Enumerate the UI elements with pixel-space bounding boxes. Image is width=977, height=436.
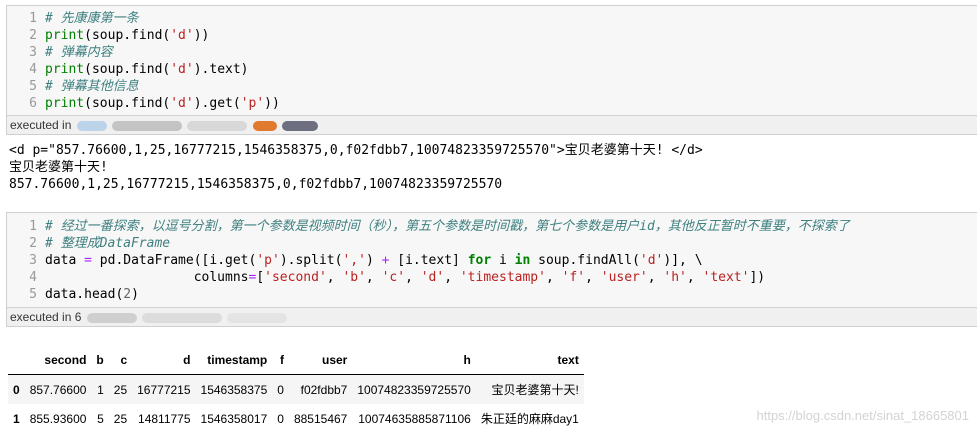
table-cell: 朱正廷的麻麻day1 [480,412,579,426]
column-header: h [352,345,476,375]
column-header: user [288,345,353,375]
table-cell: 5 [97,411,104,426]
column-header: f [272,345,289,375]
code-line: 5 # 弹幕其他信息 [29,79,139,94]
code-line: 5 data.head(2) [29,287,139,302]
redacted-blur [187,120,248,131]
code-editor-2[interactable]: 1 # 经过一番探索，以逗号分割，第一个参数是视频时间（秒），第五个参数是时间戳，… [6,212,977,308]
code-line: 6 print(soup.find('d').get('p')) [29,96,280,111]
dataframe-table: second b c d timestamp f user h text 0 8… [8,345,584,433]
table-cell: 14811775 [138,411,191,426]
table-row: 1 855.93600 5 25 14811775 1546358017 0 8… [8,404,584,433]
redacted-blur [142,312,223,323]
redacted-blur [112,120,183,131]
table-cell: 0 [277,411,284,426]
column-header: timestamp [195,345,273,375]
watermark: https://blog.csdn.net/sinat_18665801 [756,408,970,423]
table-cell: 855.93600 [29,411,87,426]
code-line: 3 # 弹幕内容 [29,45,113,60]
table-cell: 10074635885871106 [358,411,471,426]
table-row: 0 857.76600 1 25 16777215 1546358375 0 f… [8,374,584,404]
comment: # 经过一番探索，以逗号分割，第一个参数是视频时间（秒），第五个参数是时间戳，第… [45,219,850,234]
comment: # 先康康第一条 [45,11,139,26]
code-line: 4 columns=['second', 'b', 'c', 'd', 'tim… [29,270,766,285]
execution-info: executed in 6 [6,308,977,327]
table-header-row: second b c d timestamp f user h text [8,345,584,375]
table-cell: 25 [113,382,128,397]
table-cell: f02fdbb7 [300,382,348,397]
column-header: second [24,345,92,375]
row-index: 1 [13,411,20,426]
column-header: d [132,345,196,375]
code-line: 2 # 整理成DataFrame [29,236,171,251]
code-line: 1 # 经过一番探索，以逗号分割，第一个参数是视频时间（秒），第五个参数是时间戳，… [29,219,850,234]
code-line: 3 data = pd.DataFrame([i.get('p').split('… [29,253,703,268]
column-header: text [475,345,584,375]
code-line: 4 print(soup.find('d').text) [29,62,249,77]
column-header: b [91,345,109,375]
table-cell: 1 [97,382,104,397]
table-cell: 宝贝老婆第十天! [491,383,579,397]
code-editor-1[interactable]: 1 # 先康康第一条 2 print(soup.find('d')) 3 # 弹幕内容… [6,5,977,116]
comment: # 弹幕内容 [45,45,113,60]
execution-info: executed in [6,116,977,135]
redacted-blur [76,120,107,131]
row-index: 0 [13,382,20,397]
code-line: 1 # 先康康第一条 [29,11,139,26]
output-text: 857.76600,1,25,16777215,1546358375,0,f02… [9,177,503,192]
table-cell: 1546358375 [200,382,268,397]
column-header: c [108,345,133,375]
redacted-blur [252,120,277,131]
redacted-blur [86,312,137,323]
table-cell: 10074823359725570 [357,382,471,397]
table-cell: 1546358017 [200,411,268,426]
redacted-blur [227,312,288,323]
table-cell: 88515467 [293,411,348,426]
column-header [8,345,25,375]
code-line: 2 print(soup.find('d')) [29,28,210,43]
comment: # 弹幕其他信息 [45,79,139,94]
redacted-blur [282,120,319,131]
table-cell: 25 [113,411,128,426]
comment: # 整理成DataFrame [45,236,171,251]
output-text: <d p="857.76600,1,25,16777215,1546358375… [9,143,703,158]
table-cell: 0 [277,382,284,397]
table-cell: 857.76600 [29,382,87,397]
table-cell: 16777215 [137,382,191,397]
output-text: 宝贝老婆第十天! [9,160,108,175]
